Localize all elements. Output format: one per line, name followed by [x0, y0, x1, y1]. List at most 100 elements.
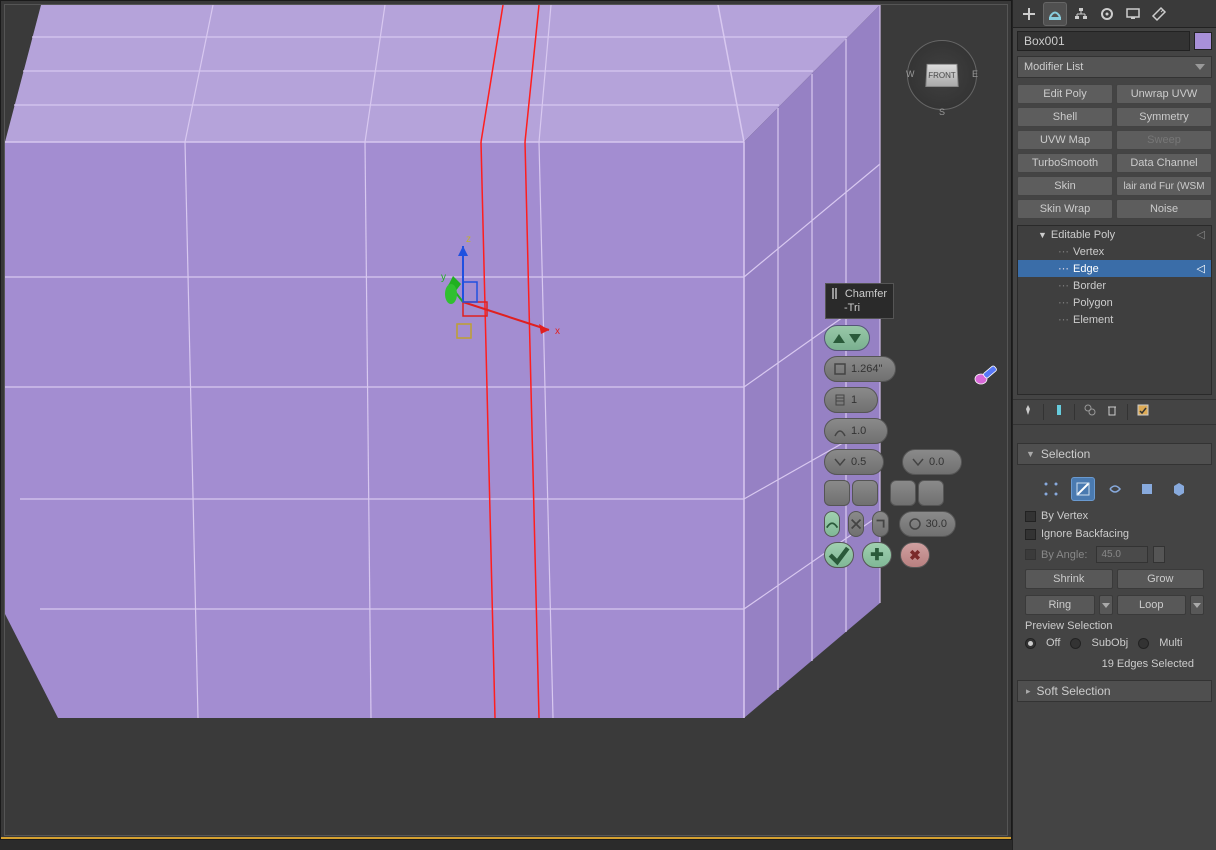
svg-text:y: y	[441, 272, 446, 283]
link-constraint-icon[interactable]	[973, 361, 999, 387]
caddy-flip-button[interactable]	[872, 511, 888, 537]
viewcube-face[interactable]: FRONT	[925, 64, 958, 87]
ring-button[interactable]: Ring	[1025, 595, 1095, 615]
selection-rollout-header[interactable]: ▼ Selection	[1017, 443, 1212, 465]
angle-spinner	[1153, 546, 1165, 563]
tension-icon	[833, 424, 847, 438]
selection-rollout: ▼ Selection By Vertex Ignore Backfacing …	[1013, 443, 1216, 676]
create-tab[interactable]	[1017, 2, 1041, 26]
subobj-vertex[interactable]	[1039, 477, 1063, 501]
make-unique-icon[interactable]	[1083, 403, 1097, 422]
pin-stack-icon[interactable]	[1021, 403, 1035, 422]
shrink-button[interactable]: Shrink	[1025, 569, 1113, 589]
preview-subobj-radio[interactable]	[1070, 638, 1081, 649]
caddy-option-a[interactable]	[824, 480, 878, 506]
modify-tab[interactable]	[1043, 2, 1067, 26]
depth-icon	[833, 455, 847, 469]
modifier-btn-uvw-map[interactable]: UVW Map	[1017, 130, 1113, 150]
stack-border[interactable]: ⋯Border	[1018, 277, 1211, 294]
modifier-btn-data-channel[interactable]: Data Channel	[1116, 153, 1212, 173]
loop-button[interactable]: Loop	[1117, 595, 1187, 615]
subobj-border[interactable]	[1103, 477, 1127, 501]
by-angle-checkbox	[1025, 549, 1036, 560]
stack-vertex-flag-icon: ◁	[1197, 228, 1205, 241]
modifier-btn-turbosmooth[interactable]: TurboSmooth	[1017, 153, 1113, 173]
modifier-btn-symmetry[interactable]: Symmetry	[1116, 107, 1212, 127]
segments-icon	[833, 393, 847, 407]
motion-tab[interactable]	[1095, 2, 1119, 26]
caddy-amount-spinner[interactable]: 1.264"	[824, 356, 896, 382]
caddy-smooth-button[interactable]	[824, 511, 840, 537]
stack-element[interactable]: ⋯Element	[1018, 311, 1211, 328]
selection-status: 19 Edges Selected	[1025, 652, 1204, 670]
by-vertex-checkbox[interactable]	[1025, 511, 1036, 522]
check-icon	[825, 541, 853, 569]
modifier-list-dropdown[interactable]: Modifier List	[1017, 56, 1212, 78]
preview-multi-radio[interactable]	[1138, 638, 1149, 649]
chamfer-caddy: 1.264" 1 1.0 0.5	[824, 325, 954, 573]
grow-button[interactable]: Grow	[1117, 569, 1205, 589]
command-panel: Modifier List Edit Poly Unwrap UVW Shell…	[1012, 0, 1216, 850]
caddy-ok-button[interactable]	[824, 542, 854, 568]
display-tab[interactable]	[1121, 2, 1145, 26]
modifier-btn-edit-poly[interactable]: Edit Poly	[1017, 84, 1113, 104]
viewport[interactable]: x z y FRONT W E S Chamfe	[0, 0, 1012, 840]
depth2-icon	[911, 455, 925, 469]
viewcube[interactable]: FRONT W E S	[907, 40, 977, 110]
amount-icon	[833, 362, 847, 376]
soft-selection-rollout-header[interactable]: ▸ Soft Selection	[1017, 680, 1212, 702]
stack-polygon[interactable]: ⋯Polygon	[1018, 294, 1211, 311]
triangle-up-icon	[833, 334, 845, 343]
remove-modifier-icon[interactable]	[1105, 403, 1119, 422]
caddy-option-b[interactable]	[890, 480, 944, 506]
caddy-cancel-button[interactable]: ✖	[900, 542, 930, 568]
svg-text:x: x	[555, 326, 560, 337]
caddy-depth2-spinner[interactable]: 0.0	[902, 449, 962, 475]
curve-icon	[825, 517, 839, 531]
caddy-type-toggle[interactable]	[824, 325, 870, 351]
hierarchy-tab[interactable]	[1069, 2, 1093, 26]
plus-icon: ✚	[870, 545, 883, 565]
modifier-btn-hair-fur[interactable]: lair and Fur (WSM	[1116, 176, 1212, 196]
caddy-miter-spinner[interactable]: 30.0	[899, 511, 956, 537]
subobj-polygon[interactable]	[1135, 477, 1159, 501]
subobj-element[interactable]	[1167, 477, 1191, 501]
chevron-down-icon	[1195, 64, 1205, 70]
miter-icon	[908, 517, 922, 531]
stack-root[interactable]: ▼ Editable Poly ◁	[1018, 226, 1211, 243]
loop-flyout[interactable]	[1190, 595, 1204, 615]
ring-flyout[interactable]	[1099, 595, 1113, 615]
caddy-tension-spinner[interactable]: 1.0	[824, 418, 888, 444]
caddy-tooltip: Chamfer -Tri	[825, 283, 894, 319]
modifier-btn-noise[interactable]: Noise	[1116, 199, 1212, 219]
by-angle-input	[1096, 546, 1148, 563]
ignore-backfacing-checkbox[interactable]	[1025, 529, 1036, 540]
caddy-segments-spinner[interactable]: 1	[824, 387, 878, 413]
soft-selection-rollout: ▸ Soft Selection	[1013, 680, 1216, 702]
caddy-invert-button[interactable]	[848, 511, 864, 537]
stack-toolbar	[1013, 399, 1216, 425]
show-end-result-icon[interactable]	[1052, 403, 1066, 422]
expand-icon: ▸	[1026, 686, 1031, 697]
stack-vertex[interactable]: ⋯Vertex	[1018, 243, 1211, 260]
object-color-swatch[interactable]	[1194, 32, 1212, 50]
caddy-apply-button[interactable]: ✚	[862, 542, 892, 568]
utilities-tab[interactable]	[1147, 2, 1171, 26]
modifier-btn-skin-wrap[interactable]: Skin Wrap	[1017, 199, 1113, 219]
caddy-depth-spinner[interactable]: 0.5	[824, 449, 884, 475]
subobj-edge[interactable]	[1071, 477, 1095, 501]
preview-off-radio[interactable]	[1025, 638, 1036, 649]
modifier-btn-sweep[interactable]: Sweep	[1116, 130, 1212, 150]
modifier-stack[interactable]: ▼ Editable Poly ◁ ⋯Vertex ⋯Edge◁ ⋯Border…	[1017, 225, 1212, 395]
modifier-btn-skin[interactable]: Skin	[1017, 176, 1113, 196]
collapse-icon: ▼	[1026, 449, 1035, 459]
modifier-btn-unwrap-uvw[interactable]: Unwrap UVW	[1116, 84, 1212, 104]
invert-icon	[849, 517, 863, 531]
configure-modifier-sets-icon[interactable]	[1136, 403, 1150, 422]
collapse-icon[interactable]: ▼	[1038, 230, 1047, 240]
svg-text:z: z	[466, 234, 471, 245]
object-name-input[interactable]	[1017, 31, 1190, 51]
command-panel-tabs	[1013, 0, 1216, 28]
stack-edge[interactable]: ⋯Edge◁	[1018, 260, 1211, 277]
modifier-btn-shell[interactable]: Shell	[1017, 107, 1113, 127]
